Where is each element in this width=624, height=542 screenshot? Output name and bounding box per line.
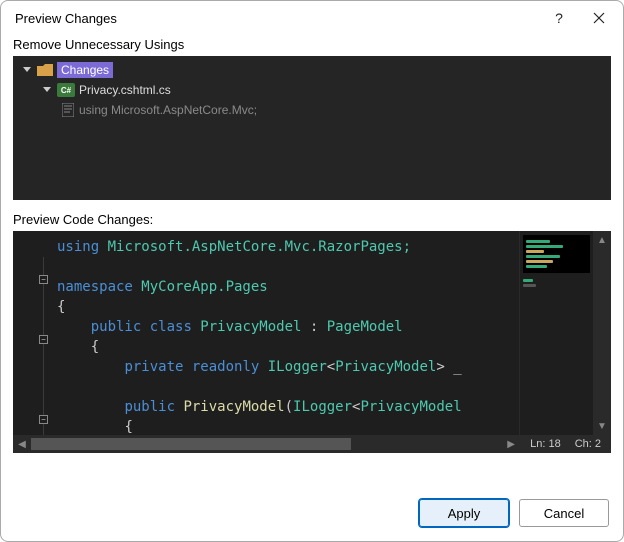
scroll-up-arrow-icon[interactable]: ▲	[593, 231, 611, 249]
code-token: PrivacyModel	[360, 399, 461, 415]
code-token: public	[91, 319, 142, 335]
scroll-left-arrow-icon[interactable]: ◀	[13, 435, 31, 453]
horizontal-scrollbar[interactable]	[31, 437, 502, 451]
minimap-line	[526, 260, 553, 263]
code-token: :	[301, 319, 326, 335]
expander-icon[interactable]	[41, 84, 53, 96]
code-token: >	[436, 359, 444, 375]
dialog-title: Preview Changes	[15, 11, 539, 26]
tree-file-label: Privacy.cshtml.cs	[79, 83, 171, 97]
status-column: Ch: 2	[575, 438, 601, 450]
dialog-footer: Apply Cancel	[1, 485, 623, 541]
fold-toggle[interactable]: −	[39, 335, 48, 344]
fold-toggle[interactable]: −	[39, 415, 48, 424]
vertical-scrollbar[interactable]: ▲ ▼	[593, 231, 611, 435]
help-button[interactable]: ?	[539, 3, 579, 33]
minimap-line	[526, 265, 547, 268]
code-token: <	[327, 359, 335, 375]
code-text[interactable]: using Microsoft.AspNetCore.Mvc.RazorPage…	[53, 231, 519, 435]
close-icon	[593, 12, 605, 24]
editor-status: Ln: 18 Ch: 2	[520, 438, 611, 450]
minimap-line	[526, 245, 563, 248]
code-token: readonly	[183, 359, 259, 375]
apply-button[interactable]: Apply	[419, 499, 509, 527]
code-token: (	[285, 399, 293, 415]
minimap-line	[526, 250, 544, 253]
code-token: {	[124, 419, 132, 435]
code-token: PrivacyModel	[335, 359, 436, 375]
code-token: using	[57, 239, 99, 255]
csharp-file-icon: C#	[57, 83, 75, 97]
code-token: Microsoft.AspNetCore.Mvc.RazorPages;	[99, 239, 411, 255]
code-preview: − − − using Microsoft.AspNetCore.Mvc.Raz…	[13, 231, 611, 453]
code-snippet-icon	[61, 103, 75, 117]
code-token: public	[124, 399, 175, 415]
horizontal-scrollbar-row: ◀ ▶ Ln: 18 Ch: 2	[13, 435, 611, 453]
tree-change-item[interactable]: using Microsoft.AspNetCore.Mvc;	[19, 100, 605, 120]
minimap-line	[523, 284, 536, 287]
code-token: PrivacyModel	[175, 399, 285, 415]
minimap[interactable]	[519, 231, 593, 435]
minimap-line	[526, 255, 560, 258]
close-button[interactable]	[579, 3, 619, 33]
code-token: ILogger	[293, 399, 352, 415]
status-line: Ln: 18	[530, 438, 561, 450]
scroll-thumb[interactable]	[31, 438, 351, 450]
expander-icon[interactable]	[21, 64, 33, 76]
titlebar: Preview Changes ?	[1, 1, 623, 35]
minimap-line	[526, 240, 550, 243]
folder-icon	[37, 63, 53, 77]
code-token: MyCoreApp.Pages	[133, 279, 268, 295]
code-token: {	[57, 299, 65, 315]
code-token: _	[445, 359, 462, 375]
code-token: class	[141, 319, 192, 335]
section-preview-code-label: Preview Code Changes:	[1, 210, 623, 231]
code-token: ILogger	[259, 359, 326, 375]
section-remove-usings-label: Remove Unnecessary Usings	[1, 35, 623, 56]
minimap-line	[523, 279, 533, 282]
code-token: namespace	[57, 279, 133, 295]
tree-root[interactable]: Changes	[19, 60, 605, 80]
code-gutter: − − −	[13, 231, 53, 435]
code-token: private	[124, 359, 183, 375]
cancel-button[interactable]: Cancel	[519, 499, 609, 527]
tree-root-label: Changes	[57, 62, 113, 78]
changes-tree[interactable]: Changes C# Privacy.cshtml.cs using Micro…	[13, 56, 611, 200]
fold-toggle[interactable]: −	[39, 275, 48, 284]
scroll-down-arrow-icon[interactable]: ▼	[593, 417, 611, 435]
code-token: {	[91, 339, 99, 355]
scroll-right-arrow-icon[interactable]: ▶	[502, 435, 520, 453]
tree-file[interactable]: C# Privacy.cshtml.cs	[19, 80, 605, 100]
tree-change-label: using Microsoft.AspNetCore.Mvc;	[79, 103, 257, 117]
code-token: PrivacyModel	[192, 319, 302, 335]
code-token: PageModel	[327, 319, 403, 335]
